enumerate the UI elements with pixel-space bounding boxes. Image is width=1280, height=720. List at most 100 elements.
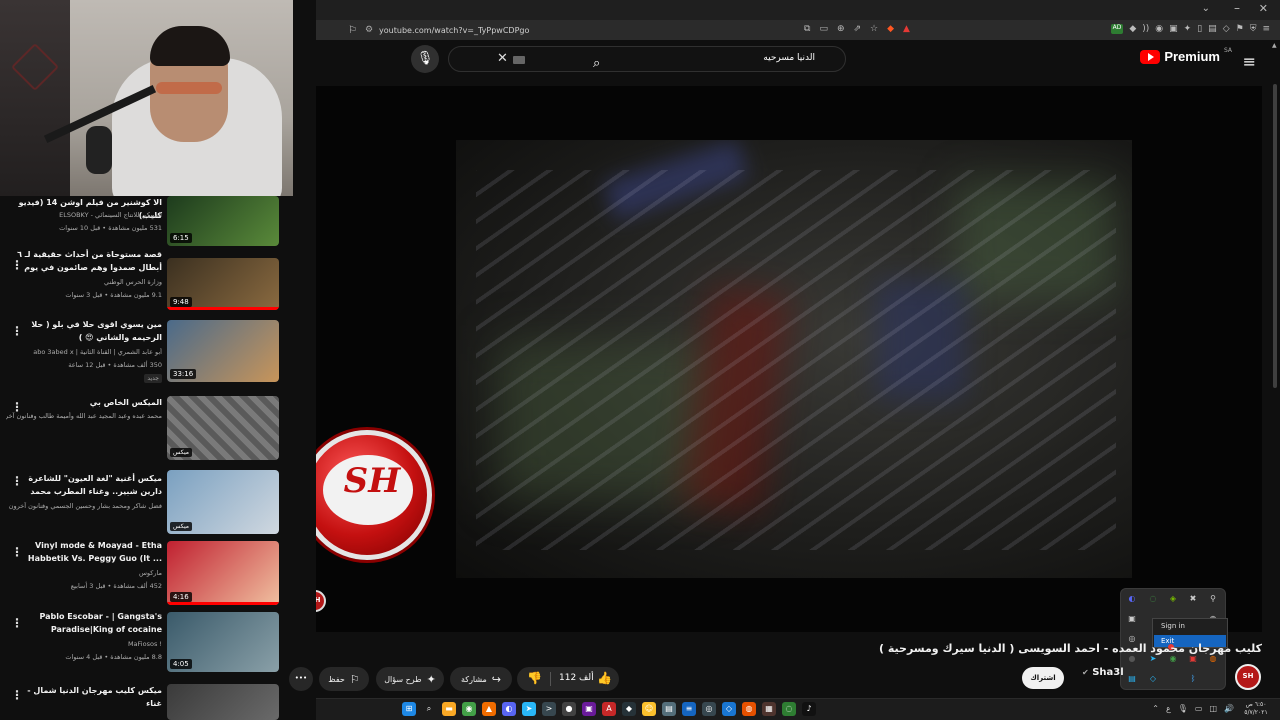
app-tray-icon[interactable]: ✖: [1188, 594, 1198, 604]
share-button[interactable]: مشاركة ↪: [450, 667, 512, 691]
like-icon[interactable]: 👍: [597, 671, 612, 685]
app3-icon[interactable]: ▦: [762, 702, 776, 716]
whatsapp-icon[interactable]: ◌: [782, 702, 796, 716]
video-thumbnail[interactable]: 9:48: [167, 258, 279, 310]
wallet-icon[interactable]: ◇: [1223, 24, 1230, 34]
video-thumbnail[interactable]: [167, 684, 279, 720]
extension-icon[interactable]: ◆: [1129, 24, 1136, 34]
extension-2-icon[interactable]: )): [1142, 24, 1149, 34]
bluetooth-tray-icon[interactable]: ᛒ: [1188, 674, 1198, 684]
volume-icon[interactable]: 🔊: [1224, 704, 1234, 713]
channel-branding-icon[interactable]: SH: [316, 590, 326, 612]
url-text[interactable]: youtube.com/watch?v=_TyPpwCDPgo: [379, 26, 529, 35]
voice-search-icon[interactable]: 🎙: [411, 45, 439, 73]
save-button[interactable]: حفظ ⚐: [319, 667, 369, 691]
discord-icon[interactable]: ◐: [502, 702, 516, 716]
menu-icon[interactable]: ≡: [1243, 52, 1256, 71]
affinity-icon[interactable]: A: [602, 702, 616, 716]
video-title[interactable]: Vinyl mode & Moayad - Etha Habbetik Vs. …: [12, 539, 162, 567]
video-player[interactable]: SH SH: [316, 86, 1262, 632]
app4-tray-icon[interactable]: ◉: [1168, 654, 1178, 664]
channel-name-link[interactable]: ✔ Sha3l: [1082, 667, 1124, 678]
channel-name[interactable]: فضل شاكر ومحمد بشار وحسين الجسمي وفنانون…: [6, 502, 162, 510]
rewards-icon[interactable]: ⛨: [1250, 24, 1257, 34]
channel-name[interactable]: MaFiosos !: [6, 640, 162, 648]
video-title[interactable]: مين يسوي اقوى حلا في بلو ( حلا الرحيمه و…: [12, 318, 162, 346]
extension-3-icon[interactable]: ◉: [1155, 24, 1163, 34]
search-icon[interactable]: ⌕: [593, 56, 600, 71]
video-thumbnail[interactable]: 4:16: [167, 541, 279, 605]
search-input[interactable]: الدنيا مسرحيه ✕ ⌕: [448, 46, 846, 72]
camera-tray-icon[interactable]: ▭: [1195, 704, 1203, 713]
channel-name[interactable]: محمد عبده وعبد المجيد عبد الله وأميمة طا…: [6, 412, 162, 420]
zoom-icon[interactable]: ⊕: [837, 24, 845, 34]
subscribe-button[interactable]: اشتراك: [1022, 667, 1064, 689]
video-title[interactable]: Pablo Escobar - | Gangsta's Paradise|Kin…: [12, 610, 162, 638]
telegram-icon[interactable]: ➤: [522, 702, 536, 716]
network-icon[interactable]: ◫: [1209, 704, 1217, 713]
channel-name[interactable]: السبكي للانتاج السينمائي - ELSOBKY: [6, 211, 162, 219]
discord-tray-icon[interactable]: ◐: [1127, 594, 1137, 604]
taskbar-clock[interactable]: ٦:٥٠ ص ٥/٧/٢٠٢١: [1238, 701, 1274, 717]
sign-in-menu-item[interactable]: Sign in: [1161, 622, 1185, 630]
adblock-icon[interactable]: AD: [1110, 24, 1124, 34]
video-title[interactable]: ميكس أغنية "لغة العيون" للشاعرة دارين شب…: [12, 472, 162, 498]
like-count[interactable]: 112 ألف: [559, 673, 594, 683]
close-icon[interactable]: ✕: [1259, 2, 1268, 15]
folder-icon[interactable]: ▤: [662, 702, 676, 716]
app3-tray-icon[interactable]: ●: [1127, 654, 1137, 664]
windows-icon[interactable]: ⊞: [402, 702, 416, 716]
channel-avatar[interactable]: SH: [1235, 664, 1261, 690]
video-title[interactable]: ميكس كليب مهرجان الدنيا شمال - غناء: [12, 684, 162, 710]
app2-icon[interactable]: ◇: [722, 702, 736, 716]
video-thumbnail[interactable]: ميكس: [167, 470, 279, 534]
channel-name[interactable]: وزارة الحرس الوطني: [6, 278, 162, 286]
extension-4-icon[interactable]: ▣: [1169, 24, 1178, 34]
share-icon[interactable]: ⇗: [854, 24, 862, 34]
app-icon[interactable]: ◆: [622, 702, 636, 716]
sidebar-toggle-icon[interactable]: ▯: [1197, 24, 1202, 34]
brave-rewards-icon[interactable]: ▲: [903, 24, 910, 34]
extensions-icon[interactable]: ✦: [1184, 24, 1192, 34]
emoji-icon[interactable]: ☺: [642, 702, 656, 716]
ask-button[interactable]: طرح سؤال ✦: [376, 667, 444, 691]
telegram-tray-icon[interactable]: ➤: [1148, 654, 1158, 664]
steam-icon[interactable]: ◎: [702, 702, 716, 716]
vscode-icon[interactable]: ≡: [682, 702, 696, 716]
youtube-logo[interactable]: Premium SA: [1140, 47, 1232, 64]
video-title[interactable]: قصة مستوحاة من أحداث حقيقية لـ ٦ أبطال ص…: [12, 248, 162, 276]
more-actions-button[interactable]: •••: [289, 667, 313, 691]
translate-icon[interactable]: ⧉: [804, 24, 810, 34]
photo-icon[interactable]: ▣: [582, 702, 596, 716]
reading-list-icon[interactable]: ▤: [1208, 24, 1217, 34]
chrome-icon[interactable]: ◉: [462, 702, 476, 716]
nvidia-tray-icon[interactable]: ◈: [1168, 594, 1178, 604]
star-icon[interactable]: ☆: [870, 24, 878, 34]
browser-menu-icon[interactable]: ≡: [1262, 24, 1270, 34]
files-icon[interactable]: ▬: [442, 702, 456, 716]
video-thumbnail[interactable]: 4:05: [167, 612, 279, 672]
firefox-icon[interactable]: ◍: [742, 702, 756, 716]
video-thumbnail[interactable]: 6:15: [167, 196, 279, 246]
bookmark-icon[interactable]: ⚐: [348, 25, 357, 36]
language-indicator-icon[interactable]: ع: [1166, 704, 1171, 713]
app8-tray-icon[interactable]: ◇: [1148, 674, 1158, 684]
brave-shield-icon[interactable]: ◆: [887, 24, 894, 34]
app7-tray-icon[interactable]: ▤: [1127, 674, 1137, 684]
usb-tray-icon[interactable]: ⚲: [1208, 594, 1218, 604]
tiktok-icon[interactable]: ♪: [802, 702, 816, 716]
site-info-icon[interactable]: ⚙: [365, 25, 373, 35]
app6-tray-icon[interactable]: ◍: [1208, 654, 1218, 664]
obs-icon[interactable]: ●: [562, 702, 576, 716]
brave-icon[interactable]: ▲: [482, 702, 496, 716]
channel-name[interactable]: ماركوس: [6, 569, 162, 577]
vpn-icon[interactable]: ⚑: [1236, 24, 1244, 34]
search-icon[interactable]: ⌕: [422, 702, 436, 716]
keyboard-icon[interactable]: [513, 56, 525, 64]
dislike-icon[interactable]: 👎: [527, 671, 542, 685]
chevron-down-icon[interactable]: ⌄: [1202, 3, 1210, 14]
scrollbar-thumb[interactable]: [1273, 84, 1277, 388]
minimize-icon[interactable]: –: [1234, 1, 1240, 15]
video-thumbnail[interactable]: ميكس: [167, 396, 279, 460]
show-hidden-icons-icon[interactable]: ⌃: [1152, 704, 1159, 713]
